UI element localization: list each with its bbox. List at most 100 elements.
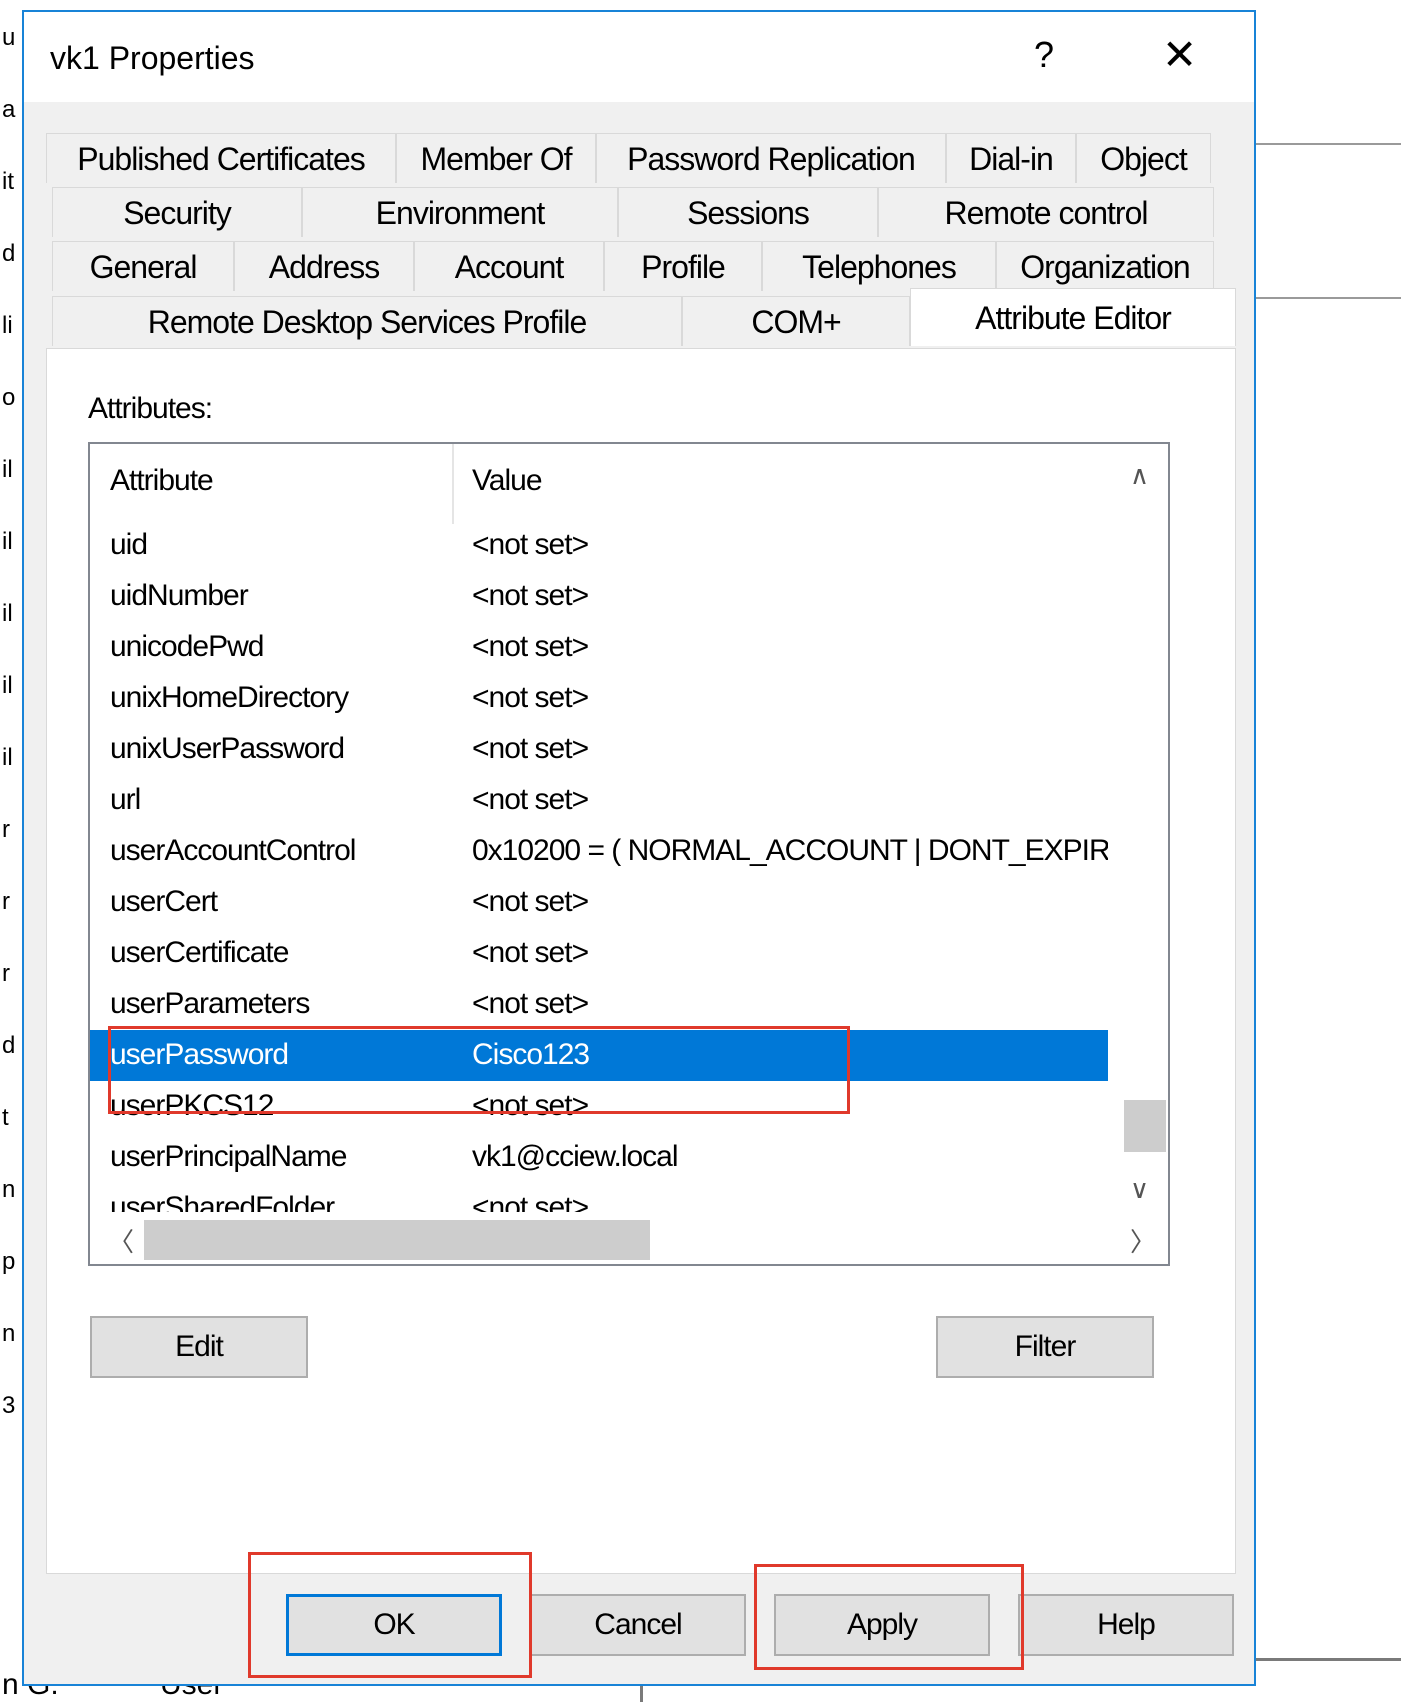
attribute-value: <not set> xyxy=(472,885,589,918)
background-text-fragment: 3 xyxy=(2,1392,16,1419)
chevron-down-icon[interactable]: ∨ xyxy=(1130,1174,1149,1205)
attribute-value: vk1@cciew.local xyxy=(472,1140,679,1173)
background-text-fragment: r xyxy=(2,888,10,915)
attribute-value: <not set> xyxy=(472,783,589,816)
apply-button[interactable]: Apply xyxy=(774,1594,990,1656)
tab-row-4: Remote Desktop Services Profile COM+ Att… xyxy=(46,288,1236,346)
attribute-name: userCert xyxy=(110,885,218,918)
properties-dialog: vk1 Properties ? ✕ Published Certificate… xyxy=(22,10,1256,1686)
tab-published-certificates[interactable]: Published Certificates xyxy=(46,133,396,183)
background-text-fragment: il xyxy=(2,672,13,699)
help-icon[interactable]: ? xyxy=(1034,34,1054,76)
attribute-name: userAccountControl xyxy=(110,834,356,867)
attribute-name: userPrincipalName xyxy=(110,1140,347,1173)
attribute-name: userCertificate xyxy=(110,936,289,969)
list-item[interactable]: userParameters <not set> xyxy=(90,979,1108,1030)
attribute-name: userPassword xyxy=(110,1038,289,1071)
attribute-value: <not set> xyxy=(472,987,589,1020)
list-item[interactable]: userPKCS12 <not set> xyxy=(90,1081,1108,1132)
tab-attribute-editor[interactable]: Attribute Editor xyxy=(910,288,1236,346)
tab-telephones[interactable]: Telephones xyxy=(762,241,996,291)
background-text-fragment: n xyxy=(2,1320,16,1347)
edit-button[interactable]: Edit xyxy=(90,1316,308,1378)
tab-security[interactable]: Security xyxy=(52,187,302,237)
list-item[interactable]: unicodePwd <not set> xyxy=(90,622,1108,673)
background-text-fragment: a xyxy=(2,96,16,123)
background-text-fragment: r xyxy=(2,816,10,843)
attribute-value: <not set> xyxy=(472,1089,589,1122)
attribute-value: 0x10200 = ( NORMAL_ACCOUNT | DONT_EXPIRE… xyxy=(472,834,1108,867)
column-separator[interactable] xyxy=(452,444,454,524)
help-button[interactable]: Help xyxy=(1018,1594,1234,1656)
list-item[interactable]: userCertificate <not set> xyxy=(90,928,1108,979)
vertical-scrollbar[interactable]: ∧ ∨ xyxy=(1112,444,1168,1214)
attribute-value: <not set> xyxy=(472,681,589,714)
background-text-fragment: il xyxy=(2,528,13,555)
attribute-value: <not set> xyxy=(472,528,589,561)
tab-address[interactable]: Address xyxy=(234,241,414,291)
tab-member-of[interactable]: Member Of xyxy=(396,133,596,183)
attribute-name: unixUserPassword xyxy=(110,732,345,765)
attributes-list[interactable]: Attribute Value uid <not set> uidNumber <no… xyxy=(88,442,1170,1266)
list-item[interactable]: unixHomeDirectory <not set> xyxy=(90,673,1108,724)
attribute-name: url xyxy=(110,783,141,816)
background-text-fragment: n xyxy=(2,1176,16,1203)
tab-environment[interactable]: Environment xyxy=(302,187,618,237)
tab-remote-desktop-services-profile[interactable]: Remote Desktop Services Profile xyxy=(52,296,682,346)
tab-organization[interactable]: Organization xyxy=(996,241,1214,291)
background-text-fragment: il xyxy=(2,600,13,627)
tab-dial-in[interactable]: Dial-in xyxy=(946,133,1076,183)
tab-row-2: Security Environment Sessions Remote con… xyxy=(46,187,1236,237)
list-item[interactable]: uid <not set> xyxy=(90,520,1108,571)
attribute-name: unicodePwd xyxy=(110,630,264,663)
list-item[interactable]: unixUserPassword <not set> xyxy=(90,724,1108,775)
tab-account[interactable]: Account xyxy=(414,241,604,291)
list-item[interactable]: url <not set> xyxy=(90,775,1108,826)
background-text-fragment: o xyxy=(2,384,16,411)
chevron-right-icon[interactable]: 〉 xyxy=(1130,1222,1156,1259)
attribute-value: <not set> xyxy=(472,936,589,969)
background-divider xyxy=(1256,297,1401,299)
tab-remote-control[interactable]: Remote control xyxy=(878,187,1214,237)
attribute-value: <not set> xyxy=(472,732,589,765)
close-icon[interactable]: ✕ xyxy=(1162,30,1197,79)
cancel-button[interactable]: Cancel xyxy=(530,1594,746,1656)
list-item[interactable]: userAccountControl 0x10200 = ( NORMAL_ACC… xyxy=(90,826,1108,877)
dialog-title: vk1 Properties xyxy=(50,40,255,76)
attribute-name: unixHomeDirectory xyxy=(110,681,349,714)
attribute-name: uid xyxy=(110,528,148,561)
tab-general[interactable]: General xyxy=(52,241,234,291)
tab-password-replication[interactable]: Password Replication xyxy=(596,133,946,183)
horizontal-scrollbar[interactable]: 〈 〉 xyxy=(90,1212,1168,1264)
background-text-fragment: r xyxy=(2,960,10,987)
horizontal-scroll-thumb[interactable] xyxy=(144,1220,650,1260)
background-text-fragment: il xyxy=(2,744,13,771)
attribute-name: userParameters xyxy=(110,987,310,1020)
chevron-left-icon[interactable]: 〈 xyxy=(108,1222,134,1259)
attribute-value: Cisco123 xyxy=(472,1038,590,1071)
list-item-selected[interactable]: userPassword Cisco123 xyxy=(90,1030,1108,1081)
tab-row-3: General Address Account Profile Telephon… xyxy=(46,241,1236,291)
background-window-edge: u a it d li o il il il il il r r r d t n p n 3 xyxy=(0,0,24,1699)
column-header-attribute[interactable]: Attribute xyxy=(110,464,214,498)
background-text-fragment: u xyxy=(2,24,16,51)
tab-sessions[interactable]: Sessions xyxy=(618,187,878,237)
list-item[interactable]: userPrincipalName vk1@cciew.local xyxy=(90,1132,1108,1183)
list-item[interactable]: uidNumber <not set> xyxy=(90,571,1108,622)
vertical-scroll-thumb[interactable] xyxy=(1124,1100,1166,1152)
background-text-fragment: p xyxy=(2,1248,16,1275)
filter-button[interactable]: Filter xyxy=(936,1316,1154,1378)
chevron-up-icon[interactable]: ∧ xyxy=(1130,460,1149,491)
title-bar[interactable]: vk1 Properties ? ✕ xyxy=(24,12,1254,102)
tab-object[interactable]: Object xyxy=(1076,133,1211,183)
tab-row-1: Published Certificates Member Of Passwor… xyxy=(46,133,1236,183)
attribute-value: <not set> xyxy=(472,630,589,663)
tab-profile[interactable]: Profile xyxy=(604,241,762,291)
ok-button[interactable]: OK xyxy=(286,1594,502,1656)
tab-com-plus[interactable]: COM+ xyxy=(682,296,910,346)
attribute-value: <not set> xyxy=(472,579,589,612)
background-divider xyxy=(1256,143,1401,145)
list-item[interactable]: userCert <not set> xyxy=(90,877,1108,928)
column-header-value[interactable]: Value xyxy=(472,464,543,498)
background-text-fragment: d xyxy=(2,240,16,267)
